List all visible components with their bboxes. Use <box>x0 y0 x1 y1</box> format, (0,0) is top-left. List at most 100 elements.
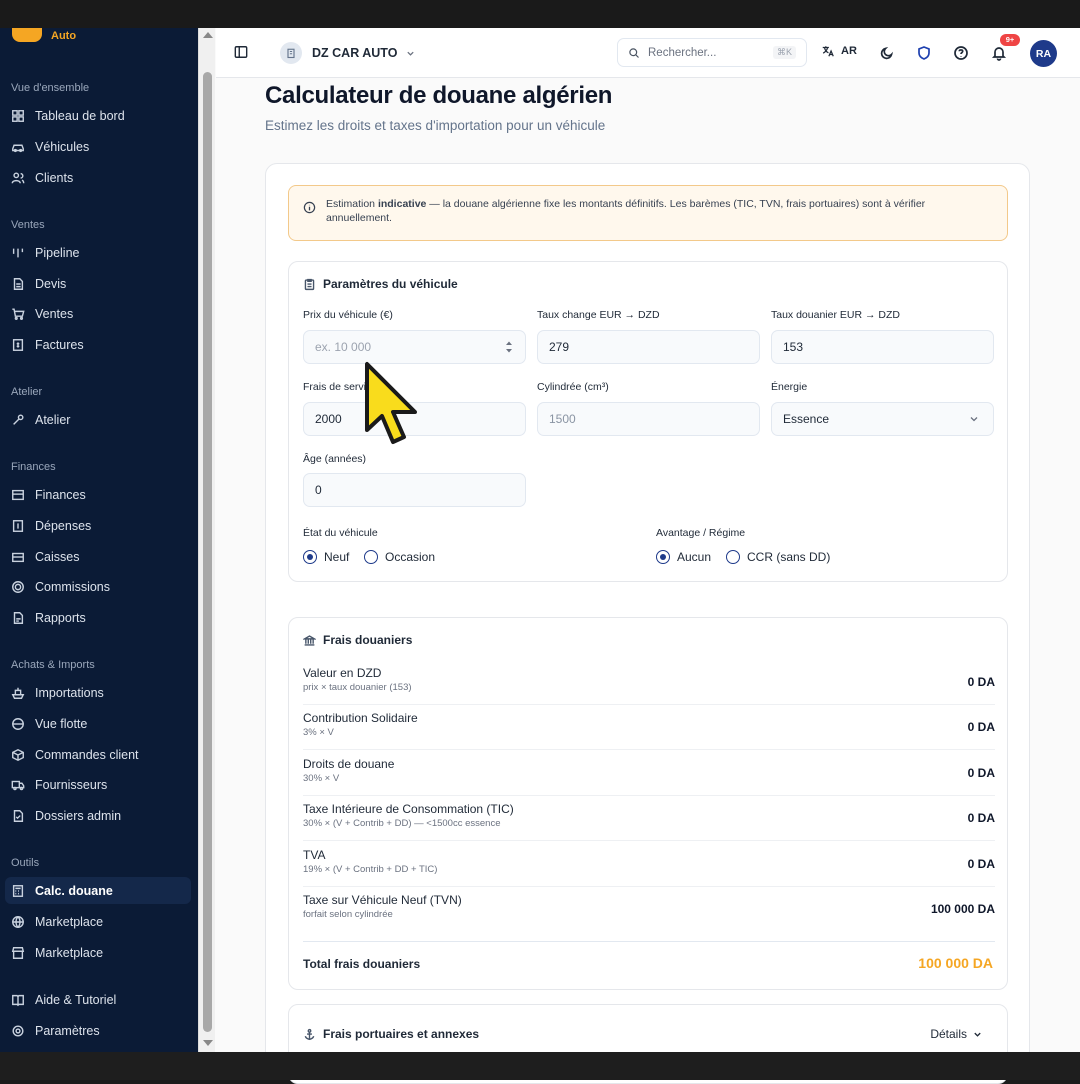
sidebar-item-label: Caisses <box>35 549 80 564</box>
radio-circle-checked <box>303 550 317 564</box>
sidebar: Auto Vue d'ensemble Tableau de bord Véhi… <box>0 28 198 1052</box>
details-toggle-button[interactable]: Détails <box>930 1027 982 1041</box>
energy-select[interactable]: Essence <box>771 402 994 436</box>
estimation-alert: Estimation indicative — la douane algéri… <box>288 185 1008 241</box>
radio-ccr[interactable]: CCR (sans DD) <box>726 550 830 564</box>
wrench-icon <box>11 413 25 427</box>
sidebar-scrollbar[interactable] <box>198 28 215 1052</box>
search-icon <box>629 47 639 58</box>
sidebar-item-label: Rapports <box>35 610 86 625</box>
sidebar-item-admin-files[interactable]: Dossiers admin <box>5 802 191 829</box>
sidebar-item-marketplace-store[interactable]: Marketplace <box>5 939 191 966</box>
page-title: Calculateur de douane algérien <box>265 82 613 109</box>
store-icon <box>11 946 25 960</box>
globe-icon <box>11 717 25 731</box>
cart-icon <box>11 307 25 321</box>
exchange-rate-label: Taux change EUR → DZD <box>537 309 660 321</box>
total-value: 100 000 DA <box>918 955 993 971</box>
radio-new[interactable]: Neuf <box>303 550 349 564</box>
logo-icon <box>12 28 42 42</box>
panel-title: Frais douaniers <box>303 633 412 647</box>
exchange-rate-input[interactable]: 279 <box>537 330 760 364</box>
receipt-icon <box>11 519 25 533</box>
sidebar-toggle-button[interactable] <box>234 45 248 59</box>
vehicle-state-label: État du véhicule <box>303 527 378 539</box>
sidebar-item-pipeline[interactable]: Pipeline <box>5 239 191 266</box>
sidebar-item-customs-calculator[interactable]: Calc. douane <box>5 877 191 904</box>
sidebar-item-fleet-view[interactable]: Vue flotte <box>5 710 191 737</box>
panel-title: Frais portuaires et annexes <box>303 1027 479 1041</box>
file-check-icon <box>11 809 25 823</box>
document-icon <box>11 277 25 291</box>
sidebar-item-vehicles[interactable]: Véhicules <box>5 133 191 160</box>
sidebar-item-label: Commissions <box>35 579 111 594</box>
radio-used[interactable]: Occasion <box>364 550 435 564</box>
sidebar-item-settings[interactable]: Paramètres <box>5 1017 191 1044</box>
screen-top-bar <box>0 0 1080 28</box>
logo-text: Auto <box>51 30 77 42</box>
sidebar-item-reports[interactable]: Rapports <box>5 604 191 631</box>
panel-title: Paramètres du véhicule <box>303 277 458 291</box>
grid-icon <box>11 109 25 123</box>
sidebar-item-clients[interactable]: Clients <box>5 164 191 191</box>
theme-toggle-button[interactable] <box>879 45 895 61</box>
sidebar-item-label: Commandes client <box>35 747 139 762</box>
sidebar-item-marketplace[interactable]: Marketplace <box>5 908 191 935</box>
sidebar-item-label: Véhicules <box>35 139 90 154</box>
search-input[interactable]: Rechercher... ⌘K <box>617 38 807 67</box>
stepper-icon <box>506 341 512 353</box>
sidebar-item-label: Vue flotte <box>35 716 88 731</box>
shield-icon <box>918 46 930 60</box>
car-icon <box>11 140 25 154</box>
avatar[interactable]: RA <box>1030 40 1057 67</box>
sidebar-item-dashboard[interactable]: Tableau de bord <box>5 102 191 129</box>
sidebar-item-label: Atelier <box>35 412 71 427</box>
book-icon <box>11 993 25 1007</box>
radio-no-advantage[interactable]: Aucun <box>656 550 711 564</box>
gear-icon <box>11 1024 25 1038</box>
total-label: Total frais douaniers <box>303 957 421 971</box>
calculator-card: Estimation indicative — la douane algéri… <box>265 163 1030 1084</box>
sidebar-item-suppliers[interactable]: Fournisseurs <box>5 771 191 798</box>
panel-left-icon <box>234 46 248 58</box>
sidebar-item-client-orders[interactable]: Commandes client <box>5 741 191 768</box>
notifications-button[interactable] <box>991 45 1007 61</box>
sidebar-item-imports[interactable]: Importations <box>5 679 191 706</box>
scroll-thumb[interactable] <box>203 72 212 1032</box>
sidebar-item-sales[interactable]: Ventes <box>5 300 191 327</box>
security-button[interactable] <box>916 45 932 61</box>
sidebar-section-title: Atelier <box>11 386 43 398</box>
sidebar-item-expenses[interactable]: Dépenses <box>5 512 191 539</box>
translate-icon <box>822 46 834 57</box>
sidebar-item-label: Marketplace <box>35 914 104 929</box>
sidebar-item-workshop[interactable]: Atelier <box>5 406 191 433</box>
cash-register-icon <box>11 550 25 564</box>
regime-label: Avantage / Régime <box>656 527 746 539</box>
sidebar-item-label: Devis <box>35 276 67 291</box>
sidebar-item-label: Finances <box>35 487 86 502</box>
scroll-up-icon[interactable] <box>203 32 213 38</box>
customs-rate-input[interactable]: 153 <box>771 330 994 364</box>
sidebar-item-finances[interactable]: Finances <box>5 481 191 508</box>
invoice-icon <box>11 338 25 352</box>
company-switcher[interactable]: DZ CAR AUTO <box>280 40 415 66</box>
help-circle-icon <box>954 46 968 60</box>
globe-icon <box>11 915 25 929</box>
sidebar-item-help[interactable]: Aide & Tutoriel <box>5 986 191 1013</box>
sidebar-item-label: Ventes <box>35 306 74 321</box>
help-button[interactable] <box>953 45 969 61</box>
sidebar-item-commissions[interactable]: Commissions <box>5 573 191 600</box>
sidebar-item-invoices[interactable]: Factures <box>5 331 191 358</box>
sidebar-item-cash-registers[interactable]: Caisses <box>5 543 191 570</box>
scroll-down-icon[interactable] <box>203 1040 213 1046</box>
search-placeholder: Rechercher... <box>648 46 717 59</box>
pipeline-icon <box>11 246 25 260</box>
price-input[interactable]: ex. 10 000 <box>303 330 526 364</box>
sidebar-section-title: Outils <box>11 857 40 869</box>
top-header: DZ CAR AUTO Rechercher... ⌘K AR 9+ RA <box>216 28 1080 78</box>
sidebar-item-label: Dépenses <box>35 518 92 533</box>
language-button[interactable]: AR <box>821 44 857 58</box>
sidebar-item-quotes[interactable]: Devis <box>5 270 191 297</box>
age-input[interactable]: 0 <box>303 473 526 507</box>
displacement-input[interactable]: 1500 <box>537 402 760 436</box>
